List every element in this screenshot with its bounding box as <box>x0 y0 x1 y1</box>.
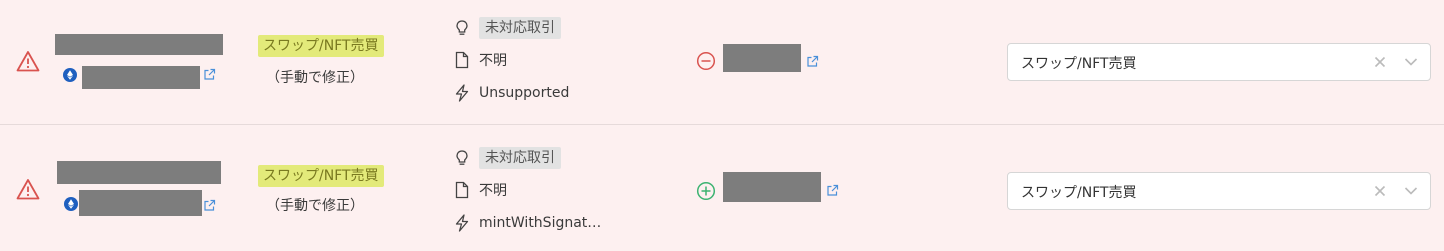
document-label: 不明 <box>479 183 507 199</box>
status-tag: 未対応取引 <box>479 147 561 169</box>
category-select[interactable]: スワップ/NFT売買 <box>1007 172 1431 210</box>
external-link-icon[interactable] <box>806 55 819 68</box>
minus-circle-icon <box>696 51 716 71</box>
function-line: Unsupported <box>453 82 569 104</box>
function-label: mintWithSignat… <box>479 215 602 231</box>
redacted-transaction-id <box>55 34 223 55</box>
document-line: 不明 <box>453 49 507 71</box>
category-note: （手動で修正） <box>266 70 364 86</box>
chevron-down-icon[interactable] <box>1404 57 1418 67</box>
category-select[interactable]: スワップ/NFT売買 <box>1007 43 1431 81</box>
document-line: 不明 <box>453 179 507 201</box>
status-line: 未対応取引 <box>453 147 561 169</box>
external-link-icon[interactable] <box>203 68 216 81</box>
function-label: Unsupported <box>479 85 570 101</box>
external-link-icon[interactable] <box>826 184 839 197</box>
category-badge: スワップ/NFT売買 <box>258 165 384 187</box>
status-line: 未対応取引 <box>453 17 561 39</box>
redacted-counterparty <box>723 172 821 202</box>
document-icon <box>455 181 469 199</box>
function-line: mintWithSignat… <box>453 212 601 234</box>
lightning-icon <box>455 84 469 102</box>
clear-x-icon[interactable] <box>1374 56 1386 68</box>
category-note: （手動で修正） <box>266 198 364 214</box>
lightning-icon <box>455 214 469 232</box>
plus-circle-icon <box>696 181 716 201</box>
category-select-value: スワップ/NFT売買 <box>1021 185 1137 201</box>
warning-triangle-icon <box>16 51 40 72</box>
transaction-row: スワップ/NFT売買 （手動で修正） 未対応取引 不明 mintWithSign… <box>0 126 1444 251</box>
lightbulb-icon <box>456 20 468 35</box>
clear-x-icon[interactable] <box>1374 185 1386 197</box>
lightbulb-icon <box>456 150 468 165</box>
chevron-down-icon[interactable] <box>1404 186 1418 196</box>
category-select-value: スワップ/NFT売買 <box>1021 56 1137 72</box>
transaction-row: スワップ/NFT売買 （手動で修正） 未対応取引 不明 Unsupported <box>0 0 1444 125</box>
category-badge: スワップ/NFT売買 <box>258 35 384 57</box>
redacted-counterparty <box>723 44 801 72</box>
status-tag: 未対応取引 <box>479 17 561 39</box>
warning-triangle-icon <box>16 179 40 200</box>
redacted-address <box>82 66 200 89</box>
document-label: 不明 <box>479 53 507 69</box>
redacted-transaction-id <box>57 161 221 184</box>
ethereum-icon <box>63 68 77 82</box>
external-link-icon[interactable] <box>203 199 216 212</box>
redacted-address <box>79 190 202 216</box>
document-icon <box>455 51 469 69</box>
ethereum-icon <box>64 197 78 211</box>
